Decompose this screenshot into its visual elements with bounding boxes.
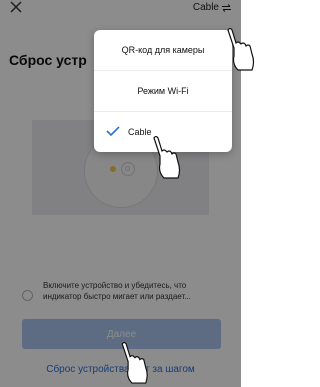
menu-item-label: QR-код для камеры xyxy=(121,45,205,55)
mode-dropdown-menu: QR-код для камеры Режим Wi-Fi Cable xyxy=(94,30,232,152)
menu-item-qr[interactable]: QR-код для камеры xyxy=(94,30,232,70)
pointing-hand-icon xyxy=(227,28,255,71)
pointing-hand-icon xyxy=(121,342,148,384)
checkmark-icon xyxy=(106,126,120,136)
reset-device-screen: Cable Сброс устр Включите устройство и у… xyxy=(0,0,241,387)
pointing-hand-icon xyxy=(153,136,181,179)
menu-item-label: Режим Wi-Fi xyxy=(137,86,189,96)
menu-item-wifi[interactable]: Режим Wi-Fi xyxy=(94,70,232,111)
